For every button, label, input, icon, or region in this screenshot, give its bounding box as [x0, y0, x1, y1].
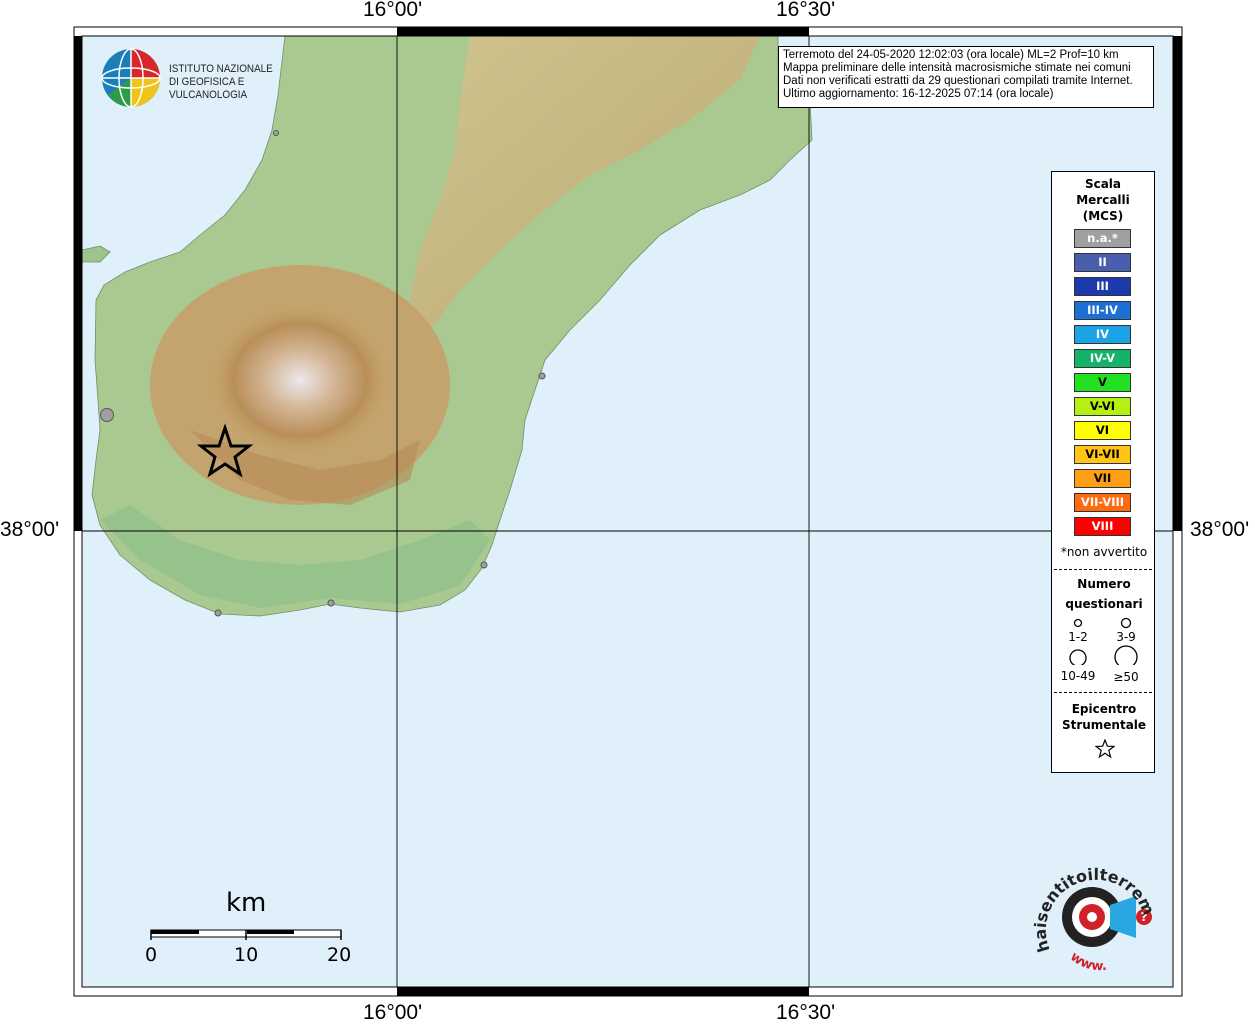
- mcs-swatch: V: [1074, 373, 1131, 392]
- lon-label-16-30-bottom: 16°30': [776, 1001, 836, 1024]
- info-line2: Mappa preliminare delle intensità macros…: [783, 62, 1131, 74]
- mcs-swatch: IV-V: [1074, 349, 1131, 368]
- mcs-swatch: III: [1074, 277, 1131, 296]
- legend-title-line3: (MCS): [1082, 209, 1124, 223]
- scale-label-20: 20: [327, 944, 352, 966]
- legend-title-line2: Mercalli: [1076, 193, 1130, 207]
- municipality-point: [480, 561, 488, 569]
- scale-label-10: 10: [234, 944, 259, 966]
- legend-title-line1: Scala: [1084, 177, 1122, 191]
- mcs-swatch: II: [1074, 253, 1131, 272]
- municipality-point: [100, 408, 114, 422]
- size-label-4: ≥50: [1113, 670, 1139, 684]
- svg-text:www.: www.: [1067, 949, 1107, 974]
- lon-label-16-00-top: 16°00': [363, 0, 423, 21]
- mcs-swatch: VII: [1074, 469, 1131, 488]
- mcs-swatch: V-VI: [1074, 397, 1131, 416]
- municipality-point: [273, 130, 279, 136]
- mcs-swatch: VI-VII: [1074, 445, 1131, 464]
- info-line4: Ultimo aggiornamento: 16-12-2025 07:14 (…: [783, 88, 1054, 100]
- epicentro-line2: Strumentale: [1061, 718, 1147, 732]
- lat-label-38-00-right: 38°00': [1190, 518, 1250, 541]
- epicentro-title: Epicentro Strumentale: [1052, 701, 1156, 733]
- lon-label-16-30-top: 16°30': [776, 0, 836, 21]
- mcs-swatch: IV: [1074, 325, 1131, 344]
- event-info-box: Terremoto del 24-05-2020 12:02:03 (ora l…: [778, 46, 1154, 108]
- mcs-swatch: n.a.*: [1074, 229, 1131, 248]
- size-label-2: 3-9: [1116, 630, 1136, 644]
- size-label-3: 10-49: [1060, 669, 1096, 683]
- municipality-point: [214, 609, 222, 617]
- hai-sentito-badge[interactable]: ? haisentitoilterremoto.it www.: [1025, 845, 1160, 990]
- logo-line1: ISTITUTO NAZIONALE: [169, 63, 273, 75]
- lat-label-38-00-left: 38°00': [0, 518, 60, 541]
- ingv-globe-icon: [101, 48, 161, 108]
- scale-bar: [150, 929, 342, 940]
- earthquake-target-icon: ? haisentitoilterremoto.it www.: [1025, 845, 1159, 974]
- info-line3: Dati non verificati estratti da 29 quest…: [783, 75, 1133, 87]
- scale-unit: km: [226, 888, 267, 918]
- logo-line2: DI GEOFISICA E VULCANOLOGIA: [169, 76, 248, 101]
- mcs-swatch: VIII: [1074, 517, 1131, 536]
- legend-title: Scala Mercalli (MCS): [1052, 176, 1154, 224]
- epicentro-line1: Epicentro: [1071, 702, 1137, 716]
- numero-line1: Numero: [1077, 577, 1131, 591]
- legend-note: *non avvertito: [1060, 545, 1148, 559]
- size-label-1: 1-2: [1068, 630, 1088, 644]
- lon-label-16-00-bottom: 16°00': [363, 1001, 423, 1024]
- ingv-logo: ISTITUTO NAZIONALE DI GEOFISICA E VULCAN…: [100, 47, 315, 109]
- star-icon: [1095, 739, 1115, 759]
- info-line1: Terremoto del 24-05-2020 12:02:03 (ora l…: [783, 49, 1119, 61]
- legend-panel: Scala Mercalli (MCS) n.a.* II III III-IV IV I…: [1051, 171, 1155, 773]
- mcs-swatch: VI: [1074, 421, 1131, 440]
- numero-title: Numero questionari: [1052, 574, 1156, 614]
- mcs-swatch: III-IV: [1074, 301, 1131, 320]
- numero-line2: questionari: [1065, 597, 1143, 611]
- municipality-point: [538, 372, 546, 380]
- badge-text-bottom: www.: [1067, 949, 1107, 974]
- mcs-swatch: VII-VIII: [1074, 493, 1131, 512]
- municipality-point: [327, 599, 335, 607]
- scale-label-0: 0: [145, 944, 158, 966]
